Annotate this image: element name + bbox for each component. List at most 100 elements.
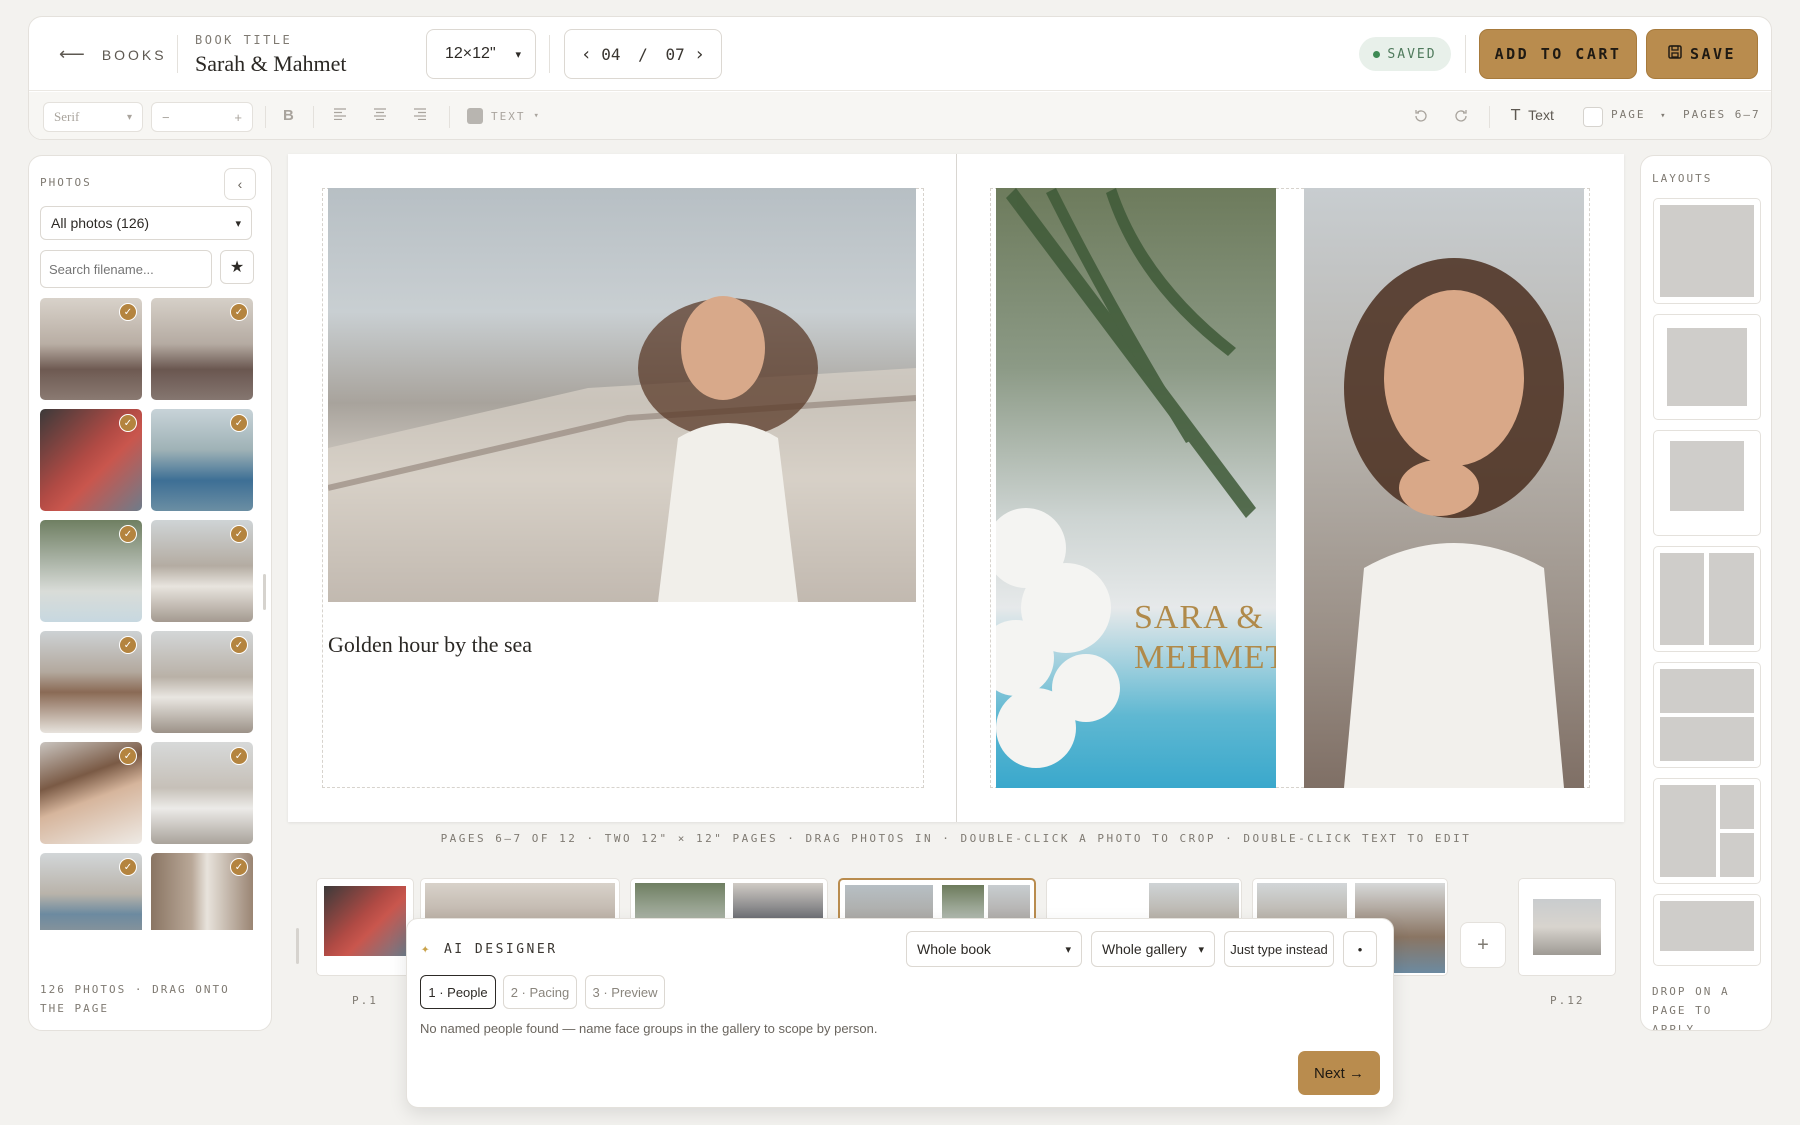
align-center-icon[interactable]: [373, 107, 387, 124]
left-page-photo[interactable]: [328, 188, 916, 602]
layout-option-banner[interactable]: [1653, 894, 1761, 966]
layout-option-centered-small[interactable]: [1653, 430, 1761, 536]
add-page-button[interactable]: +: [1460, 922, 1506, 968]
photos-footer: 126 PHOTOS · DRAG ONTO THE PAGE: [40, 983, 230, 1015]
save-button[interactable]: SAVE: [1646, 29, 1758, 79]
align-left-icon[interactable]: [333, 107, 347, 124]
add-to-cart-label: ADD TO CART: [1494, 45, 1622, 63]
photo-thumbnail[interactable]: ✓: [151, 631, 253, 733]
layout-block: [1660, 205, 1754, 297]
collapse-panel-button[interactable]: ‹: [224, 168, 256, 200]
ai-step-people-tab[interactable]: 1 · People: [420, 975, 496, 1009]
chevron-left-icon: ‹: [237, 176, 243, 192]
check-icon: ✓: [119, 747, 137, 765]
undo-icon[interactable]: [1413, 108, 1429, 128]
photo-filter-select[interactable]: All photos (126) ▾: [40, 206, 252, 240]
photo-thumbnail[interactable]: ✓: [151, 298, 253, 400]
book-spine: [956, 154, 957, 822]
photo-thumbnail[interactable]: ✓: [151, 853, 253, 930]
page-color-swatch[interactable]: [1583, 107, 1603, 127]
layout-option-one-plus-two[interactable]: [1653, 778, 1761, 884]
panel-resize-handle[interactable]: [263, 574, 266, 610]
favorites-filter-button[interactable]: ★: [220, 250, 254, 284]
search-filename-input[interactable]: [40, 250, 212, 288]
photo-thumbnail[interactable]: ✓: [40, 631, 142, 733]
back-to-books-link[interactable]: ⟵ BOOKS: [59, 44, 167, 65]
layout-option-centered-large[interactable]: [1653, 314, 1761, 420]
ai-more-button[interactable]: •: [1343, 931, 1377, 967]
page-caption-text[interactable]: Golden hour by the sea: [328, 632, 532, 658]
filmstrip-page-12[interactable]: [1518, 878, 1616, 976]
photo-thumbnail[interactable]: ✓: [40, 409, 142, 511]
save-label: SAVE: [1689, 45, 1737, 63]
chevron-down-icon: ▾: [515, 48, 521, 61]
ai-source-select[interactable]: Whole gallery ▾: [1091, 931, 1215, 967]
add-text-button[interactable]: T Text: [1511, 106, 1554, 124]
layout-block: [1709, 553, 1754, 645]
right-page-photo-right[interactable]: [1304, 188, 1584, 788]
check-icon: ✓: [230, 525, 248, 543]
font-size-stepper[interactable]: − +: [151, 102, 253, 132]
bold-button[interactable]: B: [283, 107, 294, 124]
welcome-sign-text: SARA & MEHMET: [1134, 599, 1276, 676]
add-text-label: Text: [1528, 107, 1554, 123]
redo-icon[interactable]: [1453, 108, 1469, 128]
ai-scope-value: Whole book: [917, 941, 991, 957]
ai-step-pacing-tab[interactable]: 2 · Pacing: [503, 975, 577, 1009]
check-icon: ✓: [119, 303, 137, 321]
photo-thumbnail[interactable]: ✓: [151, 742, 253, 844]
ai-scope-select[interactable]: Whole book ▾: [906, 931, 1082, 967]
increase-size-icon[interactable]: +: [234, 110, 242, 125]
photo-thumbnail[interactable]: ✓: [40, 298, 142, 400]
photo-thumbnail[interactable]: ✓: [40, 742, 142, 844]
page-select[interactable]: PAGE ▾: [1611, 108, 1668, 121]
prev-page-icon[interactable]: ‹: [581, 44, 592, 65]
ai-designer-message: No named people found — name face groups…: [420, 1021, 878, 1036]
layout-block: [1667, 328, 1747, 406]
align-right-icon[interactable]: [413, 107, 427, 124]
text-color-picker[interactable]: TEXT ▾: [467, 108, 541, 124]
right-page-photo-left[interactable]: SARA & MEHMET: [996, 188, 1276, 788]
check-icon: ✓: [119, 636, 137, 654]
saved-label: SAVED: [1387, 46, 1437, 62]
sparkle-icon: ✦: [421, 941, 432, 957]
save-disk-icon: [1668, 45, 1682, 63]
layout-option-two-columns[interactable]: [1653, 546, 1761, 652]
check-icon: ✓: [230, 747, 248, 765]
book-title[interactable]: Sarah & Mahmet: [195, 51, 347, 77]
ai-designer-title: AI DESIGNER: [443, 941, 558, 957]
ai-step-preview-tab[interactable]: 3 · Preview: [585, 975, 665, 1009]
page-navigator: ‹ 04 / 07 ›: [564, 29, 722, 79]
photo-thumbnail[interactable]: ✓: [151, 409, 253, 511]
panel-resize-handle[interactable]: [296, 928, 299, 964]
just-type-instead-button[interactable]: Just type instead: [1224, 931, 1334, 967]
check-icon: ✓: [230, 303, 248, 321]
filmstrip-page-1[interactable]: [316, 878, 414, 976]
chevron-down-icon: ▾: [126, 111, 132, 123]
divider: [177, 35, 178, 73]
ai-next-button[interactable]: Next →: [1298, 1051, 1380, 1095]
layout-option-two-rows[interactable]: [1653, 662, 1761, 768]
layout-option-full-bleed[interactable]: [1653, 198, 1761, 304]
layouts-panel: LAYOUTS DROP ON A PAGE TO APPLY: [1640, 155, 1772, 1031]
filmstrip-label-last: P.12: [1550, 994, 1585, 1007]
divider: [449, 106, 450, 128]
next-page-icon[interactable]: ›: [694, 44, 705, 65]
decrease-size-icon[interactable]: −: [162, 110, 170, 125]
divider: [265, 106, 266, 128]
photo-thumbnail[interactable]: ✓: [40, 520, 142, 622]
book-title-label: BOOK TITLE: [195, 33, 293, 47]
photo-thumbnail[interactable]: ✓: [151, 520, 253, 622]
layouts-footer: DROP ON A PAGE TO APPLY: [1652, 985, 1730, 1031]
chevron-down-icon: ▾: [533, 111, 541, 121]
layout-block: [1660, 785, 1716, 877]
page-total: 07: [665, 44, 685, 64]
layout-block: [1720, 833, 1754, 877]
page-separator: /: [638, 44, 648, 64]
add-to-cart-button[interactable]: ADD TO CART: [1479, 29, 1637, 79]
photo-thumbnail[interactable]: ✓: [40, 853, 142, 930]
font-family-select[interactable]: Serif ▾: [43, 102, 143, 132]
chevron-down-icon: ▾: [235, 217, 241, 230]
page-size-select[interactable]: 12×12" ▾: [426, 29, 536, 79]
photo-filter-value: All photos (126): [51, 215, 150, 231]
